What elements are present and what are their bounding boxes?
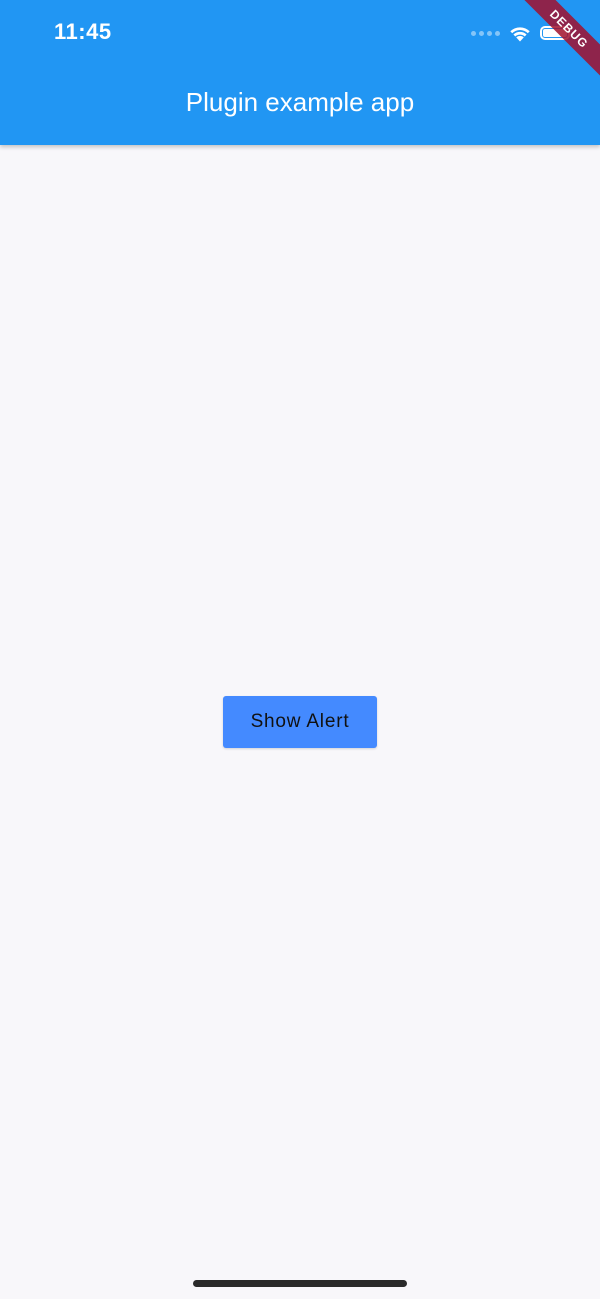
cellular-dots-icon	[471, 30, 500, 36]
app-bar: 11:45 Plugin example app	[0, 0, 600, 145]
main-content: Show Alert	[0, 145, 600, 1299]
app-screen: 11:45 Plugin example app DEBUG Show Aler…	[0, 0, 600, 1299]
status-time: 11:45	[54, 19, 112, 44]
wifi-icon	[510, 27, 530, 42]
page-title: Plugin example app	[185, 87, 415, 117]
home-indicator[interactable]	[193, 1280, 407, 1287]
show-alert-button[interactable]: Show Alert	[223, 696, 377, 748]
